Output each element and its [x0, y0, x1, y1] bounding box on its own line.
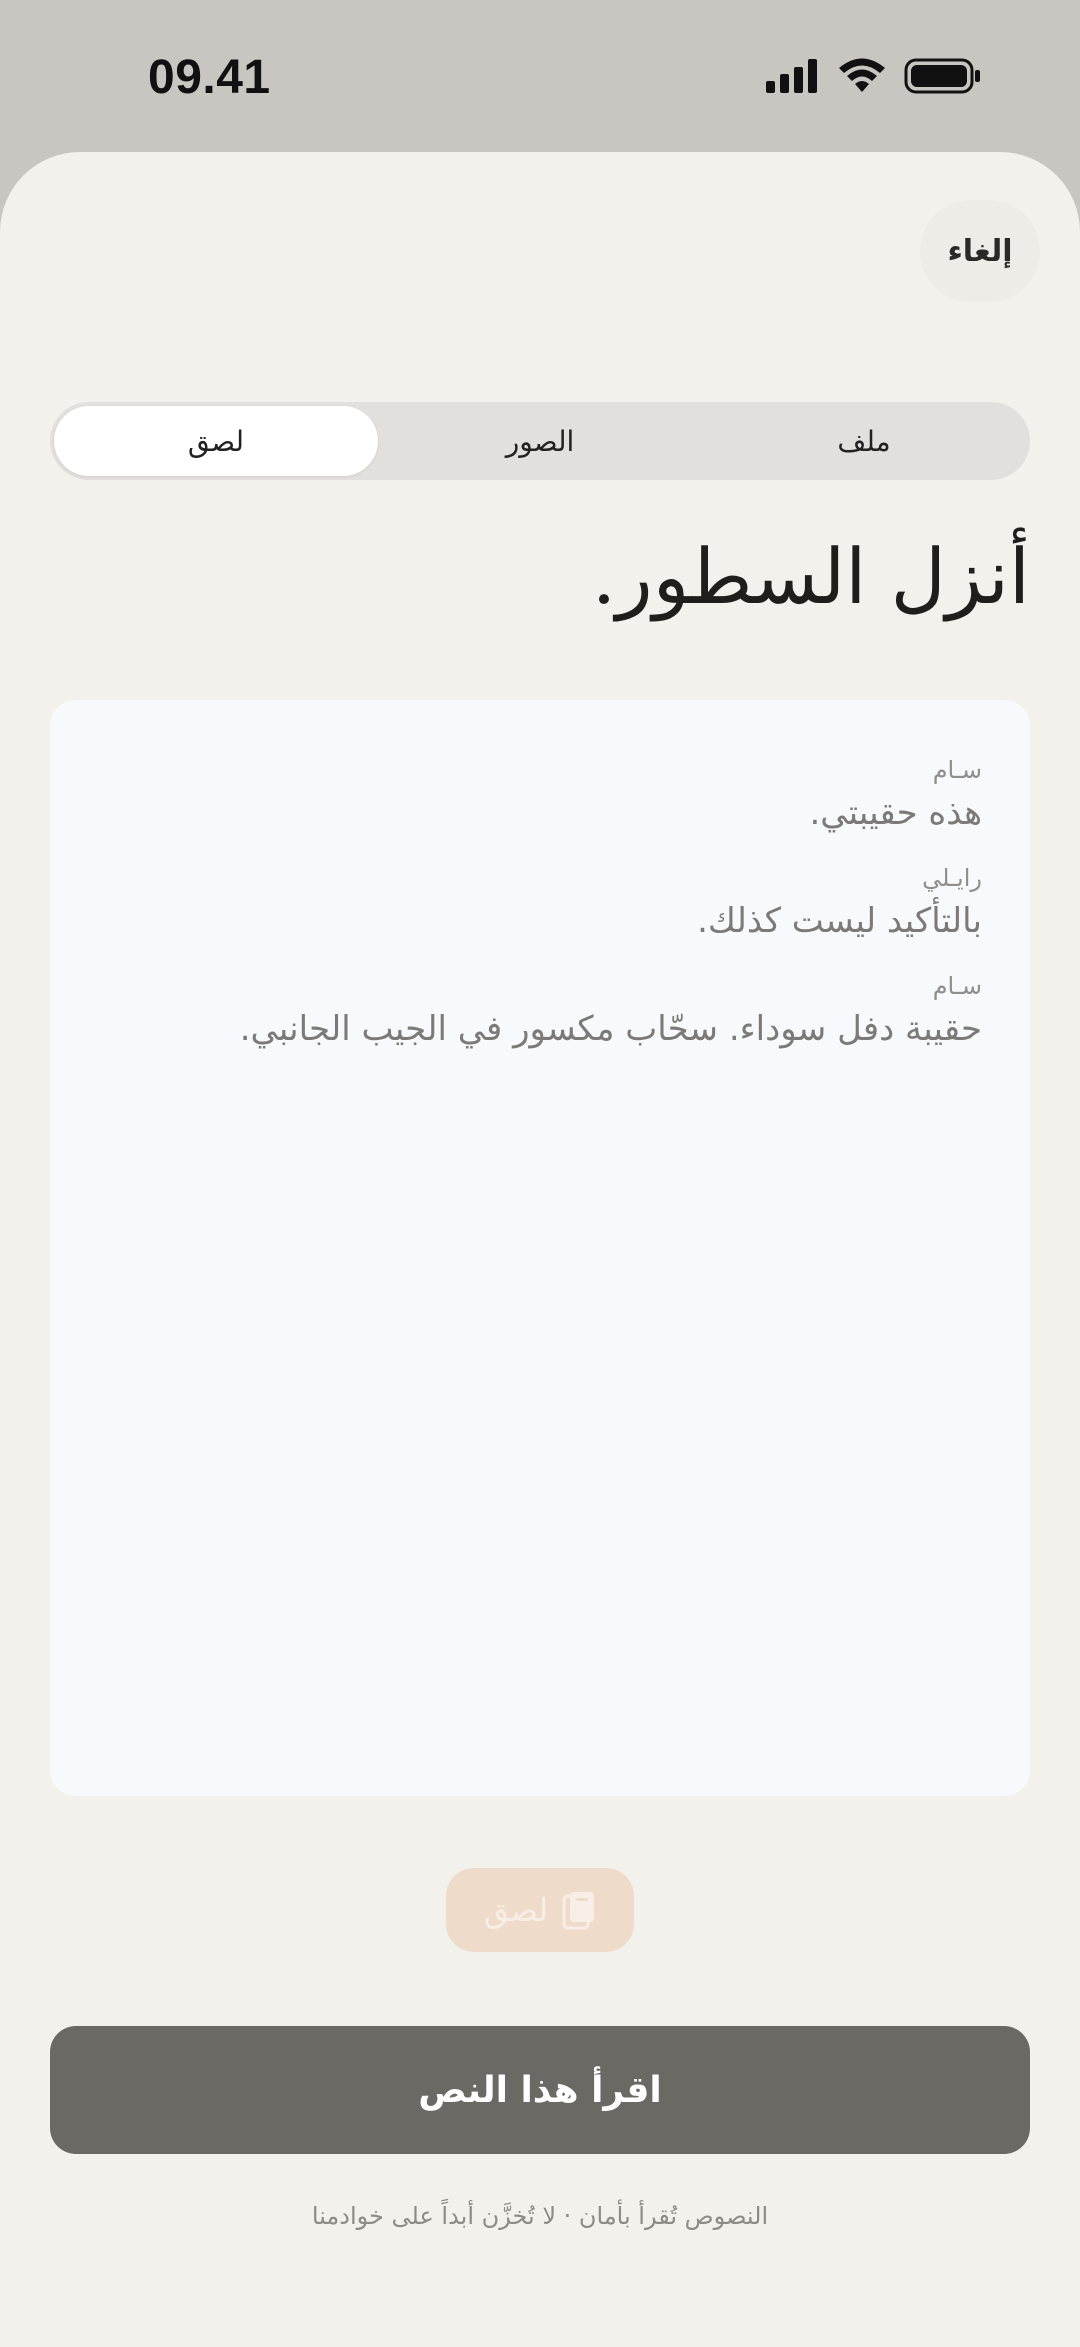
battery-icon	[904, 58, 980, 94]
speaker-name: رايـلي	[922, 864, 982, 892]
signal-icon	[766, 59, 817, 93]
wifi-icon	[839, 58, 885, 92]
speaker-name: سـام	[932, 972, 982, 1000]
script-line: رايـلي بالتأكيد ليست كذلك.	[98, 860, 982, 946]
script-line: سـام هذه حقيبتي.	[98, 752, 982, 838]
status-bar: 09.41	[0, 0, 1080, 152]
privacy-note: النصوص تُقرأ بأمان · لا تُخزَّن أبداً عل…	[311, 2202, 769, 2230]
paste-button[interactable]: لصق	[446, 1868, 634, 1952]
speaker-name: سـام	[932, 756, 982, 784]
source-tabs: ملف الصور لصق	[50, 402, 1030, 480]
clipboard-icon	[562, 1892, 595, 1930]
page-title: أنزل السطور.	[591, 532, 1030, 621]
line-text: حقيبة دفل سوداء. سحّاب مكسور في الجيب ال…	[239, 1009, 982, 1049]
bottom-sheet: إلغاء ملف الصور لصق أنزل السطور. سـام هذ…	[0, 152, 1080, 2347]
line-text: هذه حقيبتي.	[809, 793, 982, 833]
status-time: 09.41	[148, 51, 271, 104]
script-line: سـام حقيبة دفل سوداء. سحّاب مكسور في الج…	[98, 968, 982, 1054]
tab-paste[interactable]: لصق	[54, 406, 378, 476]
tab-photos[interactable]: الصور	[378, 406, 702, 476]
line-text: بالتأكيد ليست كذلك.	[697, 901, 982, 941]
cancel-button[interactable]: إلغاء	[920, 200, 1040, 302]
status-icons	[766, 58, 982, 94]
paste-button-label: لصق	[483, 1891, 549, 1929]
script-text-area[interactable]: سـام هذه حقيبتي. رايـلي بالتأكيد ليست كذ…	[50, 700, 1030, 1796]
tab-file[interactable]: ملف	[702, 406, 1026, 476]
read-script-button[interactable]: اقرأ هذا النص	[50, 2026, 1030, 2154]
